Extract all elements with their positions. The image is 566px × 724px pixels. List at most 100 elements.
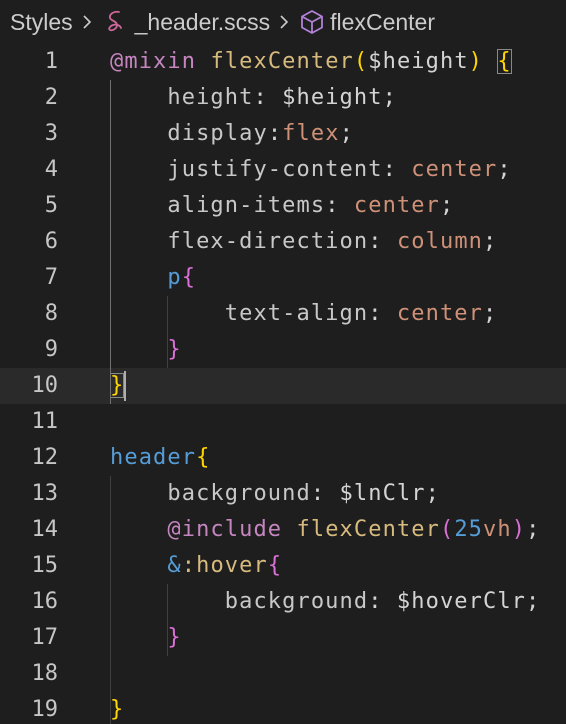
code-token: align-items — [167, 193, 326, 218]
code-token: @mixin — [110, 49, 197, 74]
code-line[interactable]: 4 justify-content: center; — [0, 152, 566, 188]
code-line-content: } — [110, 332, 182, 368]
code-editor[interactable]: Styles _header.scss flexCenter 1 @mixin … — [0, 0, 566, 724]
code-line[interactable]: 7 p{ — [0, 260, 566, 296]
line-number: 8 — [44, 301, 58, 326]
code-line[interactable]: 9 } — [0, 332, 566, 368]
code-token: } — [167, 337, 182, 362]
code-line[interactable]: 5 align-items: center; — [0, 188, 566, 224]
code-token: ) — [468, 49, 484, 74]
code-token: : — [382, 157, 412, 182]
chevron-right-icon — [270, 0, 298, 44]
code-token: : — [325, 193, 354, 218]
code-token: flex — [282, 121, 340, 146]
code-token: : — [368, 589, 397, 614]
code-token: vh — [483, 517, 512, 542]
code-token: { — [497, 49, 512, 74]
code-line[interactable]: 16 background: $hoverClr; — [0, 584, 566, 620]
breadcrumb-file[interactable]: _header.scss — [101, 0, 271, 44]
code-token: background — [224, 589, 369, 614]
code-token: : — [267, 121, 283, 146]
code-token: ; — [497, 157, 512, 182]
code-token: 25 — [454, 517, 484, 542]
code-token: @include — [167, 517, 283, 542]
code-line[interactable]: 1 @mixin flexCenter($height) { — [0, 44, 566, 80]
code-line-content: } — [110, 368, 125, 404]
code-line[interactable]: 14 @include flexCenter(25vh); — [0, 512, 566, 548]
code-line[interactable]: 12 header{ — [0, 440, 566, 476]
code-line[interactable]: 8 text-align: center; — [0, 296, 566, 332]
code-line[interactable]: 18 — [0, 656, 566, 692]
line-number: 13 — [31, 481, 59, 506]
indent-guide — [167, 584, 168, 656]
breadcrumb-folder-label: Styles — [10, 8, 73, 35]
code-token: $height — [368, 49, 469, 74]
code-token: display — [167, 121, 268, 146]
code-token: ; — [339, 121, 354, 146]
breadcrumb-symbol-label: flexCenter — [330, 8, 435, 35]
breadcrumb-file-label: _header.scss — [134, 8, 271, 35]
code-line[interactable]: 15 &:hover{ — [0, 548, 566, 584]
code-token: ; — [425, 481, 440, 506]
code-token: flexCenter — [296, 517, 440, 542]
line-number: 4 — [44, 157, 58, 182]
code-token: $hoverClr — [396, 589, 527, 614]
code-token: ; — [483, 301, 498, 326]
code-token: $lnClr — [339, 481, 426, 506]
line-number: 16 — [31, 589, 59, 614]
code-token: justify-content — [167, 157, 383, 182]
code-token: center — [411, 157, 498, 182]
code-token: ; — [526, 589, 541, 614]
code-line[interactable]: 19} — [0, 692, 566, 724]
code-token: background — [167, 481, 311, 506]
code-line-content: p{ — [110, 260, 196, 296]
code-token: ( — [439, 517, 455, 542]
code-token: height — [167, 85, 254, 110]
code-line[interactable]: 13 background: $lnClr; — [0, 476, 566, 512]
code-line[interactable]: 2 height: $height; — [0, 80, 566, 116]
code-line[interactable]: 6 flex-direction: column; — [0, 224, 566, 260]
line-number: 18 — [31, 661, 59, 686]
code-line-content: @include flexCenter(25vh); — [110, 512, 540, 548]
code-line[interactable]: 17 } — [0, 620, 566, 656]
code-token: { — [196, 445, 211, 470]
code-token: flexCenter — [210, 49, 354, 74]
code-token: flex-direction — [167, 229, 369, 254]
code-token: p — [167, 265, 182, 290]
code-token: column — [396, 229, 484, 254]
code-token: { — [267, 553, 283, 578]
code-line[interactable]: 11 — [0, 404, 566, 440]
code-token: text-align — [224, 301, 369, 326]
breadcrumb-symbol[interactable]: flexCenter — [298, 0, 435, 44]
code-token: ; — [382, 85, 397, 110]
line-number: 11 — [31, 409, 59, 434]
code-line[interactable]: 10} — [0, 368, 566, 404]
code-token: :hover — [181, 553, 268, 578]
code-line-content: align-items: center; — [110, 188, 454, 224]
code-token: } — [110, 697, 125, 722]
indent-guide — [110, 80, 111, 404]
code-token: ( — [353, 49, 369, 74]
code-line-content: flex-direction: column; — [110, 224, 497, 260]
chevron-right-icon — [73, 0, 101, 44]
code-token: ; — [439, 193, 455, 218]
code-line-content: background: $hoverClr; — [110, 584, 540, 620]
code-line-content: } — [110, 692, 124, 724]
code-token: header — [110, 445, 197, 470]
breadcrumb-folder[interactable]: Styles — [10, 9, 73, 36]
code-line[interactable]: 3 display:flex; — [0, 116, 566, 152]
cube-icon — [298, 0, 326, 44]
code-token: ; — [483, 229, 498, 254]
line-number: 7 — [44, 265, 58, 290]
